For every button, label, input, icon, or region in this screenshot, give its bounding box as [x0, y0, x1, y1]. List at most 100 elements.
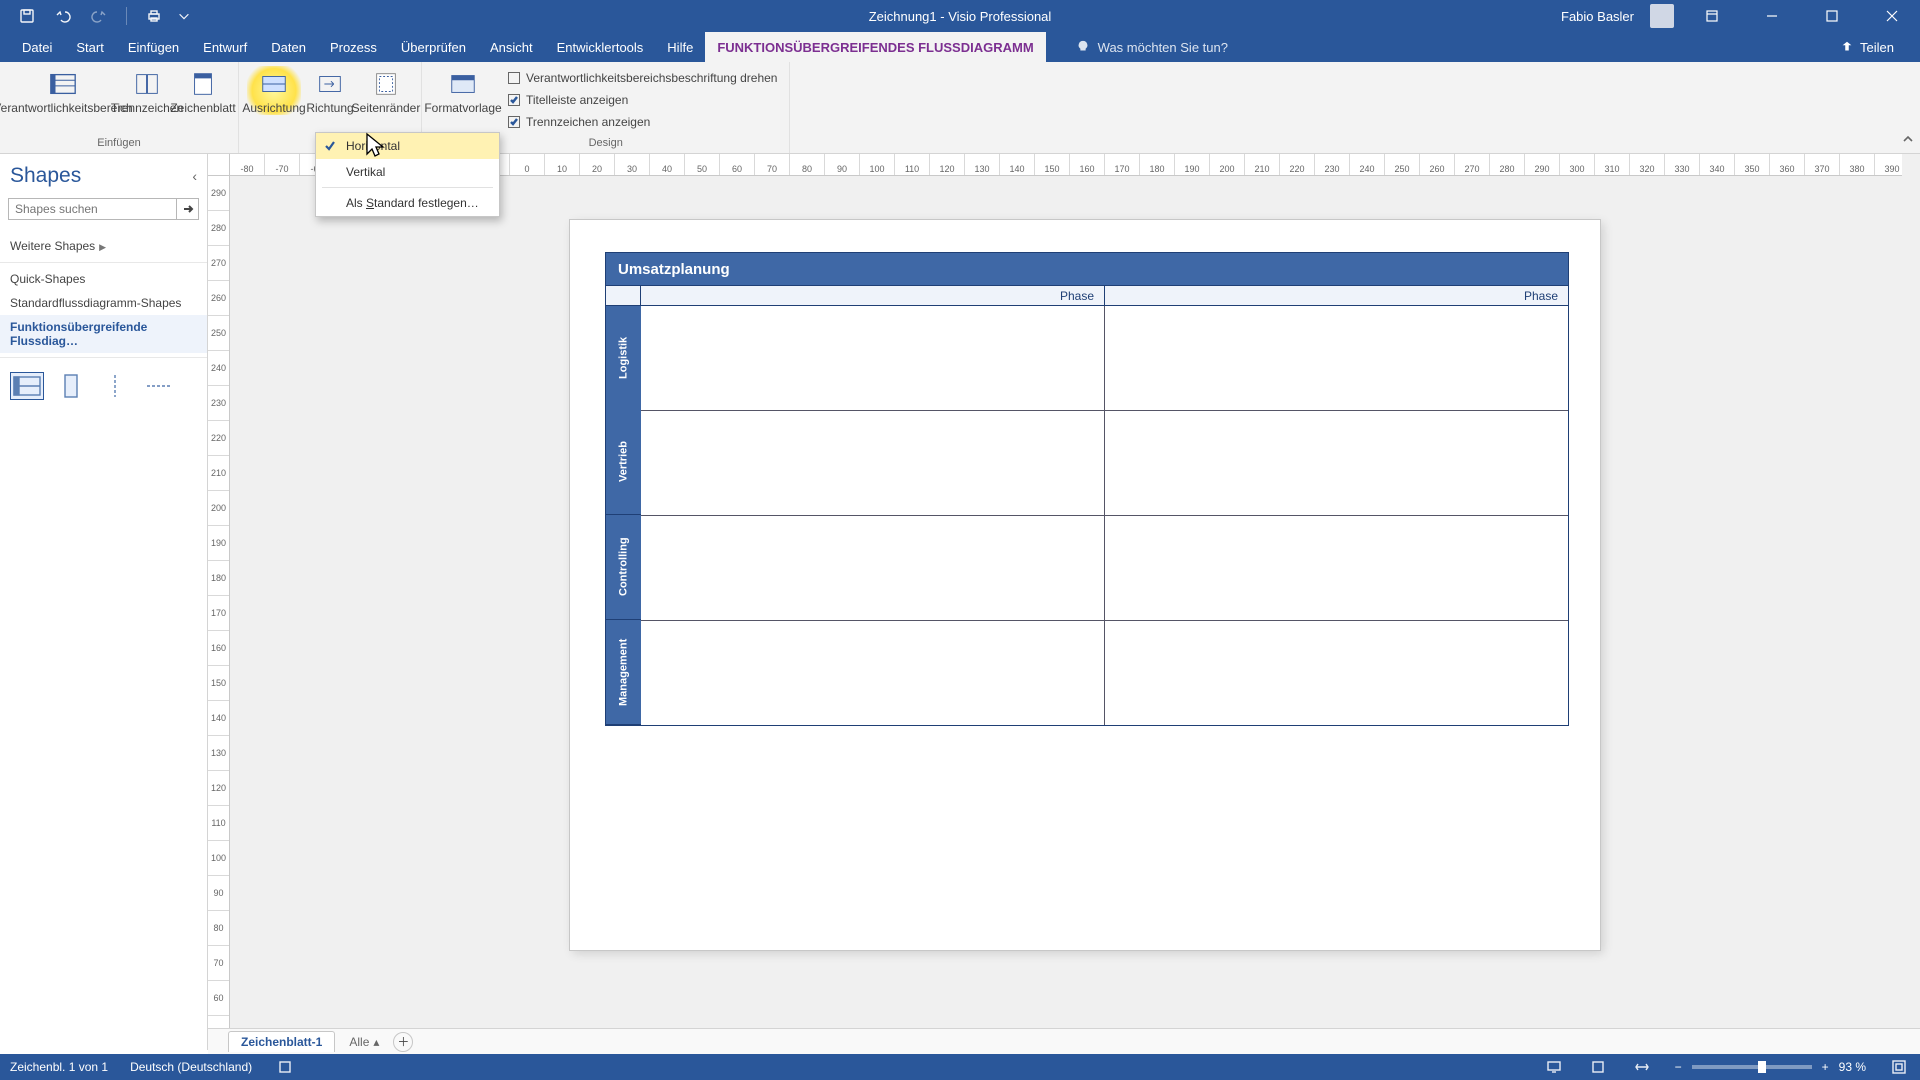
tab-insert[interactable]: Einfügen	[116, 32, 191, 62]
lane-cell[interactable]	[641, 516, 1104, 620]
lane-row[interactable]	[641, 515, 1568, 620]
divider	[0, 262, 207, 263]
lanes-container: Logistik Vertrieb Controlling Management	[605, 306, 1569, 726]
stencil-swimlane-h[interactable]	[10, 372, 44, 400]
status-language[interactable]: Deutsch (Deutschland)	[130, 1060, 252, 1074]
ruler-vertical[interactable]: 2902802702602502402302202102001901801701…	[208, 176, 230, 1032]
lane-label-4[interactable]: Management	[606, 620, 641, 725]
shapes-cat-quick[interactable]: Quick-Shapes	[0, 267, 207, 291]
ribbon-group-insert: Verantwortlichkeitsbereich Trennzeichen …	[0, 62, 239, 153]
zoom-value[interactable]: 93 %	[1839, 1060, 1866, 1074]
user-name[interactable]: Fabio Basler	[1561, 9, 1634, 24]
lane-cell[interactable]	[641, 306, 1104, 410]
lane-cell[interactable]	[1104, 306, 1568, 410]
lane-label-2[interactable]: Vertrieb	[606, 410, 641, 515]
drawing-page[interactable]: Umsatzplanung Phase Phase Logistik Vertr…	[570, 220, 1600, 950]
undo-button[interactable]	[50, 3, 76, 29]
dropdown-item-set-default[interactable]: Als Standard festlegen…	[316, 190, 499, 216]
rotate-label-checkbox[interactable]: Verantwortlichkeitsbereichsbeschriftung …	[508, 68, 777, 88]
page-width-button[interactable]	[1631, 1058, 1653, 1076]
shapes-search-button[interactable]	[177, 198, 199, 220]
tab-process[interactable]: Prozess	[318, 32, 389, 62]
fit-window-button[interactable]	[1888, 1058, 1910, 1076]
dropdown-item-horizontal[interactable]: Horizontal	[316, 133, 499, 159]
close-button[interactable]	[1870, 0, 1914, 32]
lane-label-1[interactable]: Logistik	[606, 306, 641, 410]
share-button[interactable]: Teilen	[1840, 32, 1920, 62]
shapes-cat-crossfunctional[interactable]: Funktionsübergreifende Flussdiag…	[0, 315, 207, 353]
lane-row[interactable]	[641, 620, 1568, 725]
add-sheet-button[interactable]: ＋	[393, 1032, 413, 1052]
vertical-scrollbar[interactable]	[1902, 176, 1920, 1032]
lane-label-3[interactable]: Controlling	[606, 515, 641, 620]
minimize-button[interactable]	[1750, 0, 1794, 32]
style-button[interactable]: Formatvorlage	[430, 66, 496, 115]
tab-file[interactable]: Datei	[10, 32, 64, 62]
tab-help[interactable]: Hilfe	[655, 32, 705, 62]
stencil-separator-v[interactable]	[98, 372, 132, 400]
canvas-viewport[interactable]: Umsatzplanung Phase Phase Logistik Vertr…	[230, 176, 1902, 1032]
shapes-cat-more[interactable]: Weitere Shapes▶	[0, 234, 207, 258]
tab-home[interactable]: Start	[64, 32, 115, 62]
macro-record-button[interactable]	[274, 1058, 296, 1076]
lane-row[interactable]	[641, 306, 1568, 410]
share-label: Teilen	[1860, 40, 1894, 55]
dropdown-item-vertical[interactable]: Vertikal	[316, 159, 499, 185]
lane-body	[641, 306, 1568, 725]
tab-design[interactable]: Entwurf	[191, 32, 259, 62]
dropdown-horizontal-label: Horizontal	[346, 139, 400, 153]
tab-crossfunctional[interactable]: FUNKTIONSÜBERGREIFENDES FLUSSDIAGRAMM	[705, 32, 1045, 62]
sheet-tab-1[interactable]: Zeichenblatt-1	[228, 1031, 335, 1052]
orientation-button[interactable]: Ausrichtung	[247, 66, 301, 115]
divider	[0, 357, 207, 358]
zoom-in-button[interactable]: +	[1822, 1060, 1829, 1074]
stencil-separator-h[interactable]	[142, 372, 176, 400]
tab-review[interactable]: Überprüfen	[389, 32, 478, 62]
lane-cell[interactable]	[1104, 621, 1568, 725]
checkbox-icon	[508, 116, 520, 128]
tab-developer[interactable]: Entwicklertools	[545, 32, 656, 62]
phase-header-2[interactable]: Phase	[1104, 286, 1568, 305]
tab-view[interactable]: Ansicht	[478, 32, 545, 62]
user-avatar[interactable]	[1650, 4, 1674, 28]
tell-me-search[interactable]: Was möchten Sie tun?	[1076, 32, 1228, 62]
print-button[interactable]	[141, 3, 167, 29]
style-label: Formatvorlage	[424, 102, 501, 115]
qat-customize-button[interactable]	[177, 3, 191, 29]
stencil-swimlane-v[interactable]	[54, 372, 88, 400]
lane-cell[interactable]	[641, 621, 1104, 725]
diagram-title[interactable]: Umsatzplanung	[605, 252, 1569, 286]
lane-cell[interactable]	[1104, 516, 1568, 620]
collapse-ribbon-button[interactable]	[1902, 134, 1914, 149]
lane-row[interactable]	[641, 410, 1568, 515]
shapes-search-input[interactable]	[8, 198, 177, 220]
ribbon-display-options-button[interactable]	[1690, 0, 1734, 32]
show-separator-checkbox[interactable]: Trennzeichen anzeigen	[508, 112, 777, 132]
swimlane-button[interactable]: Verantwortlichkeitsbereich	[8, 66, 118, 115]
zoom-out-button[interactable]: −	[1675, 1060, 1682, 1074]
lightbulb-icon	[1076, 40, 1090, 54]
fit-page-button[interactable]	[1587, 1058, 1609, 1076]
save-button[interactable]	[14, 3, 40, 29]
crossfunctional-diagram[interactable]: Umsatzplanung Phase Phase Logistik Vertr…	[605, 252, 1569, 726]
zoom-slider-knob[interactable]	[1758, 1061, 1766, 1073]
margins-button[interactable]: Seitenränder	[359, 66, 413, 115]
sheet-all-button[interactable]: Alle ▴	[349, 1035, 379, 1049]
show-title-checkbox[interactable]: Titelleiste anzeigen	[508, 90, 777, 110]
orientation-dropdown: Horizontal Vertikal Als Standard festleg…	[315, 132, 500, 217]
phase-header-1[interactable]: Phase	[641, 286, 1104, 305]
maximize-button[interactable]	[1810, 0, 1854, 32]
direction-button[interactable]: Richtung	[303, 66, 357, 115]
tab-data[interactable]: Daten	[259, 32, 318, 62]
page-button[interactable]: Zeichenblatt	[176, 66, 230, 115]
shapes-pane: Shapes ‹ Weitere Shapes▶ Quick-Shapes St…	[0, 154, 208, 1050]
separator-icon	[131, 68, 163, 100]
presentation-mode-button[interactable]	[1543, 1058, 1565, 1076]
lane-cell[interactable]	[1104, 411, 1568, 515]
zoom-slider[interactable]	[1692, 1065, 1812, 1069]
shapes-collapse-button[interactable]: ‹	[192, 168, 197, 184]
redo-button[interactable]	[86, 3, 112, 29]
separator-button[interactable]: Trennzeichen	[120, 66, 174, 115]
lane-cell[interactable]	[641, 411, 1104, 515]
shapes-cat-standard[interactable]: Standardflussdiagramm-Shapes	[0, 291, 207, 315]
